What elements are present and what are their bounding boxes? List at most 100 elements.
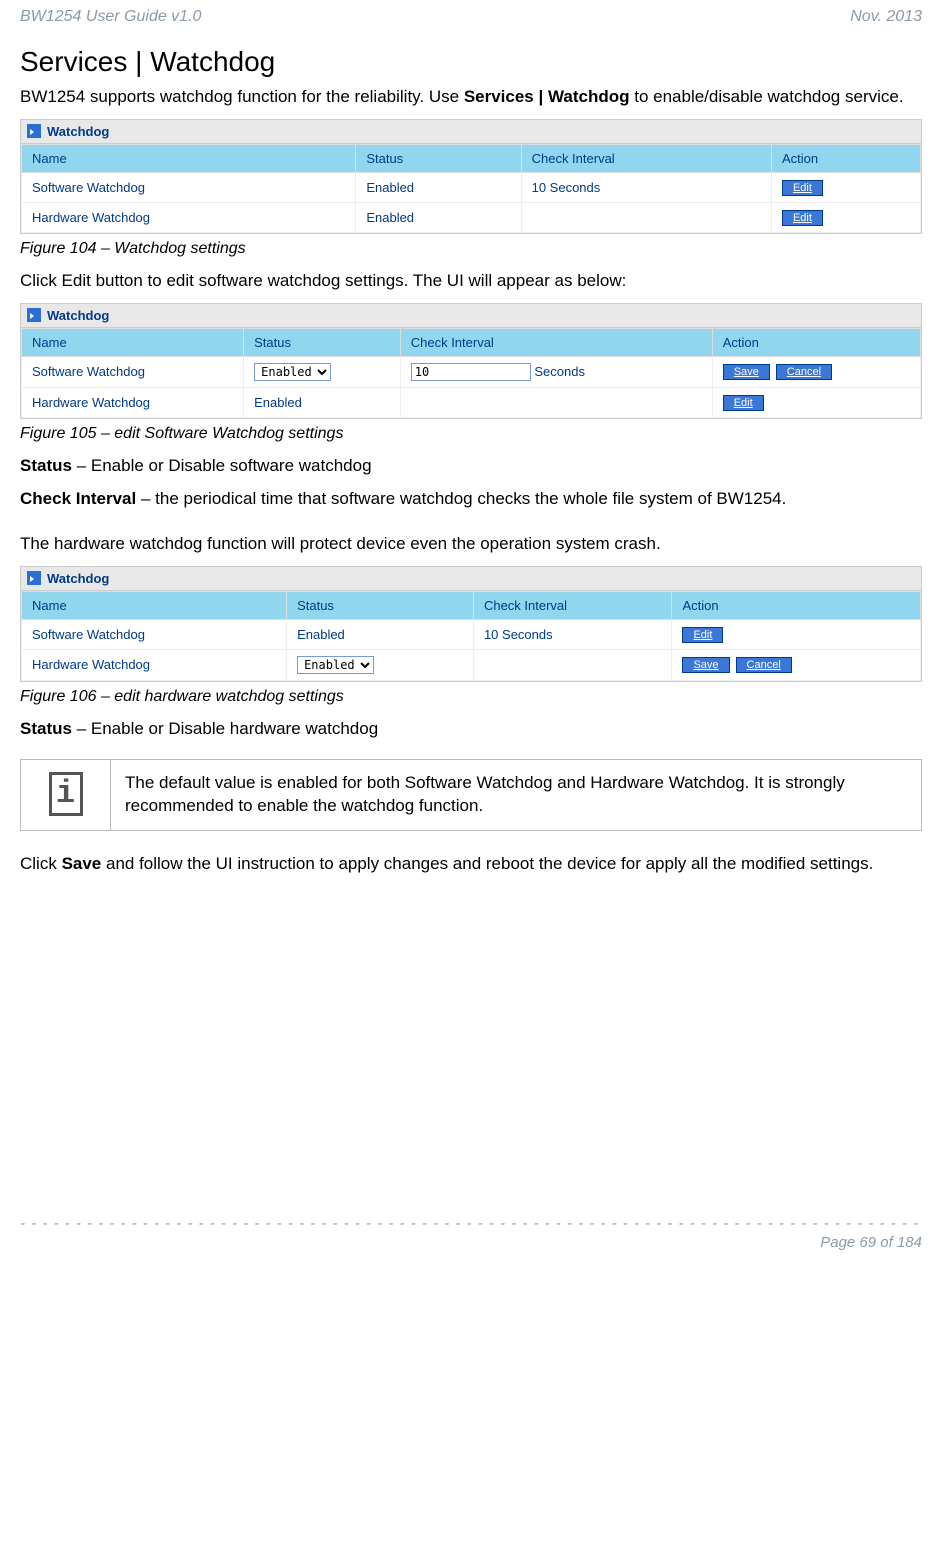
panel-icon — [27, 571, 41, 585]
table-header-row: Name Status Check Interval Action — [22, 144, 921, 172]
panel-title-text: Watchdog — [47, 308, 109, 323]
save-bold: Save — [62, 854, 102, 873]
page-footer: - - - - - - - - - - - - - - - - - - - - … — [20, 1215, 922, 1251]
watchdog-table: Name Status Check Interval Action Softwa… — [21, 328, 921, 418]
interval-label: Check Interval — [20, 489, 136, 508]
edit-button[interactable]: Edit — [682, 627, 723, 643]
col-action: Action — [712, 328, 920, 356]
panel-icon — [27, 124, 41, 138]
interval-desc: – the periodical time that software watc… — [136, 489, 786, 508]
edit-button[interactable]: Edit — [782, 180, 823, 196]
info-text: The default value is enabled for both So… — [111, 760, 921, 830]
doc-title: BW1254 User Guide v1.0 — [20, 8, 201, 26]
intro-post: to enable/disable watchdog service. — [630, 87, 904, 106]
figure-105: Watchdog Name Status Check Interval Acti… — [20, 303, 922, 419]
watchdog-panel: Watchdog Name Status Check Interval Acti… — [20, 566, 922, 682]
cell-interval — [400, 387, 712, 417]
panel-title-text: Watchdog — [47, 124, 109, 139]
cell-interval: 10 Seconds — [473, 619, 671, 649]
status-line: Status – Enable or Disable software watc… — [20, 455, 922, 478]
cell-interval — [473, 649, 671, 680]
watchdog-panel: Watchdog Name Status Check Interval Acti… — [20, 119, 922, 234]
cell-status: Enabled — [287, 649, 474, 680]
page-number: Page 69 of 184 — [20, 1234, 922, 1251]
cell-status: Enabled — [287, 619, 474, 649]
cell-name: Software Watchdog — [22, 356, 244, 387]
doc-date: Nov. 2013 — [850, 8, 922, 26]
cell-name: Hardware Watchdog — [22, 387, 244, 417]
cell-name: Hardware Watchdog — [22, 202, 356, 232]
save-post: and follow the UI instruction to apply c… — [101, 854, 873, 873]
info-icon: i — [49, 772, 83, 816]
save-button[interactable]: Save — [682, 657, 729, 673]
cancel-button[interactable]: Cancel — [776, 364, 832, 380]
cell-action: Save Cancel — [712, 356, 920, 387]
panel-title-bar: Watchdog — [21, 304, 921, 328]
cell-interval: Seconds — [400, 356, 712, 387]
edit-button[interactable]: Edit — [723, 395, 764, 411]
cell-action: Edit — [771, 172, 920, 202]
status2-desc: – Enable or Disable hardware watchdog — [72, 719, 378, 738]
status-select[interactable]: Enabled — [254, 363, 331, 381]
col-status: Status — [356, 144, 521, 172]
table-row: Hardware Watchdog Enabled Edit — [22, 202, 921, 232]
intro-text: BW1254 supports watchdog function for th… — [20, 86, 922, 109]
cell-status: Enabled — [356, 172, 521, 202]
col-action: Action — [771, 144, 920, 172]
figure-104-caption: Figure 104 – Watchdog settings — [20, 240, 922, 258]
figure-106-caption: Figure 106 – edit hardware watchdog sett… — [20, 688, 922, 706]
interval-line: Check Interval – the periodical time tha… — [20, 488, 922, 511]
col-interval: Check Interval — [400, 328, 712, 356]
col-status: Status — [287, 591, 474, 619]
cell-interval: 10 Seconds — [521, 172, 771, 202]
cell-name: Software Watchdog — [22, 172, 356, 202]
watchdog-panel: Watchdog Name Status Check Interval Acti… — [20, 303, 922, 419]
col-name: Name — [22, 328, 244, 356]
cell-action: Edit — [712, 387, 920, 417]
cell-action: Edit — [672, 619, 921, 649]
figure-105-caption: Figure 105 – edit Software Watchdog sett… — [20, 425, 922, 443]
page-header: BW1254 User Guide v1.0 Nov. 2013 — [20, 0, 922, 46]
table-row: Hardware Watchdog Enabled Edit — [22, 387, 921, 417]
panel-icon — [27, 308, 41, 322]
save-pre: Click — [20, 854, 62, 873]
status-desc: – Enable or Disable software watchdog — [72, 456, 372, 475]
click-edit-text: Click Edit button to edit software watch… — [20, 270, 922, 293]
col-interval: Check Interval — [473, 591, 671, 619]
cell-status: Enabled — [244, 387, 401, 417]
col-interval: Check Interval — [521, 144, 771, 172]
footer-dots: - - - - - - - - - - - - - - - - - - - - … — [20, 1215, 922, 1232]
seconds-label: Seconds — [534, 364, 585, 379]
status-select[interactable]: Enabled — [297, 656, 374, 674]
col-name: Name — [22, 144, 356, 172]
cell-status: Enabled — [356, 202, 521, 232]
cell-action: Edit — [771, 202, 920, 232]
edit-button[interactable]: Edit — [782, 210, 823, 226]
watchdog-table: Name Status Check Interval Action Softwa… — [21, 591, 921, 681]
table-header-row: Name Status Check Interval Action — [22, 591, 921, 619]
info-box: i The default value is enabled for both … — [20, 759, 922, 831]
page-title: Services | Watchdog — [20, 46, 922, 78]
cancel-button[interactable]: Cancel — [736, 657, 792, 673]
interval-input[interactable] — [411, 363, 531, 381]
table-row: Software Watchdog Enabled 10 Seconds Edi… — [22, 619, 921, 649]
info-icon-cell: i — [21, 760, 111, 830]
intro-bold: Services | Watchdog — [464, 87, 630, 106]
cell-interval — [521, 202, 771, 232]
save-instruction: Click Save and follow the UI instruction… — [20, 853, 922, 876]
panel-title-text: Watchdog — [47, 571, 109, 586]
status-label: Status — [20, 719, 72, 738]
cell-name: Hardware Watchdog — [22, 649, 287, 680]
hw-intro: The hardware watchdog function will prot… — [20, 533, 922, 556]
table-row: Hardware Watchdog Enabled Save Cancel — [22, 649, 921, 680]
panel-title-bar: Watchdog — [21, 120, 921, 144]
table-row: Software Watchdog Enabled 10 Seconds Edi… — [22, 172, 921, 202]
cell-name: Software Watchdog — [22, 619, 287, 649]
col-action: Action — [672, 591, 921, 619]
status2-line: Status – Enable or Disable hardware watc… — [20, 718, 922, 741]
cell-action: Save Cancel — [672, 649, 921, 680]
save-button[interactable]: Save — [723, 364, 770, 380]
status-label: Status — [20, 456, 72, 475]
col-name: Name — [22, 591, 287, 619]
col-status: Status — [244, 328, 401, 356]
